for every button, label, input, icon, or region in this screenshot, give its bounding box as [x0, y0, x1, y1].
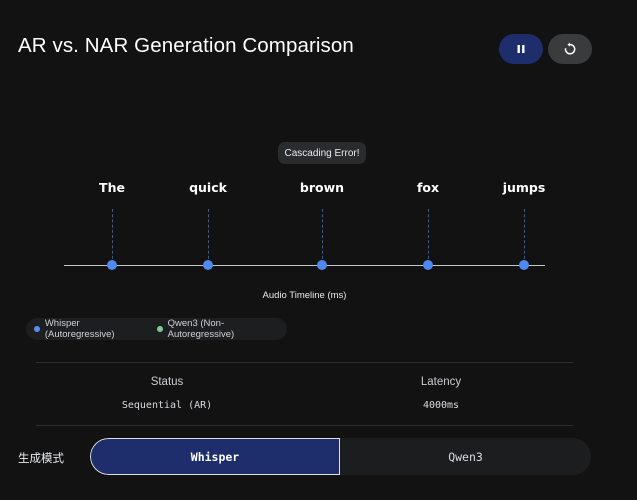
axis-label: Audio Timeline (ms) [262, 290, 347, 301]
legend-swatch [156, 326, 163, 332]
replay-icon [564, 42, 576, 55]
mode-option-whisper[interactable]: Whisper [90, 438, 340, 475]
pause-button[interactable] [499, 34, 543, 64]
legend-item-whisper: Whisper (Autoregressive) [34, 318, 149, 340]
token-dot [519, 260, 529, 270]
token-dot [107, 260, 117, 270]
token-stem [524, 209, 525, 264]
legend-item-qwen3: Qwen3 (Non-Autoregressive) [156, 318, 287, 340]
token-stem [208, 209, 209, 264]
legend-label: Whisper (Autoregressive) [44, 318, 115, 340]
mode-toggle: Whisper Qwen3 [90, 438, 591, 475]
divider [36, 362, 573, 363]
token-dot [423, 260, 433, 270]
token-stem [322, 209, 323, 264]
token-word: quick [189, 180, 227, 195]
page: AR vs. NAR Generation Comparison Cascadi… [0, 0, 637, 500]
legend-label: Qwen3 (Non-Autoregressive) [167, 318, 235, 340]
latency-value: 4000ms [422, 400, 460, 411]
token-word: jumps [502, 180, 546, 195]
mode-label: 生成模式 [18, 453, 64, 465]
pause-icon [517, 45, 525, 53]
token-word: fox [416, 180, 440, 195]
timeline-axis [64, 265, 545, 267]
page-title: AR vs. NAR Generation Comparison [18, 34, 354, 57]
mode-option-qwen3[interactable]: Qwen3 [340, 438, 591, 475]
status-value: Sequential (AR) [121, 400, 213, 411]
legend: Whisper (Autoregressive) Qwen3 (Non-Auto… [26, 318, 287, 340]
replay-button[interactable] [548, 34, 592, 64]
token-stem [428, 209, 429, 264]
token-stem [112, 209, 113, 264]
token-dot [317, 260, 327, 270]
legend-swatch [34, 326, 40, 332]
token-word: The [99, 180, 125, 195]
token-dot [203, 260, 213, 270]
token-word: brown [299, 180, 345, 195]
status-header: Status [150, 376, 184, 388]
latency-header: Latency [420, 376, 462, 388]
cascading-error-tooltip: Cascading Error! [278, 142, 366, 164]
divider [36, 425, 573, 426]
